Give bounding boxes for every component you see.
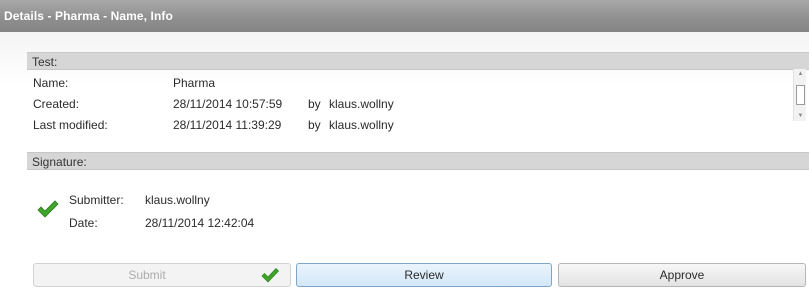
scroll-up-arrow-icon[interactable]: ▲: [794, 69, 807, 79]
created-label: Created:: [33, 97, 80, 111]
approve-button[interactable]: Approve: [558, 263, 806, 287]
modified-value: 28/11/2014 11:39:29: [173, 118, 282, 132]
submitter-label: Submitter:: [69, 193, 124, 207]
green-checkmark-icon: [37, 200, 59, 218]
modified-user: klaus.wollny: [329, 118, 394, 132]
name-value: Pharma: [173, 76, 216, 90]
submitter-value: klaus.wollny: [145, 193, 210, 207]
test-section-header: Test:: [27, 52, 809, 70]
window-title: Details - Pharma - Name, Info: [0, 0, 809, 32]
created-user: klaus.wollny: [329, 97, 394, 111]
signature-section-header: Signature:: [27, 152, 809, 170]
date-value: 28/11/2014 12:42:04: [145, 216, 255, 230]
test-scrollbar[interactable]: ▲ ▼: [793, 69, 806, 121]
scroll-down-arrow-icon[interactable]: ▼: [794, 111, 807, 121]
modified-by-label: by: [308, 118, 321, 132]
scroll-thumb[interactable]: [796, 85, 805, 105]
name-label: Name:: [33, 76, 69, 90]
submit-button[interactable]: Submit: [33, 263, 291, 287]
created-by-label: by: [308, 97, 321, 111]
created-value: 28/11/2014 10:57:59: [173, 97, 283, 111]
date-label: Date:: [69, 216, 98, 230]
submit-button-label: Submit: [128, 268, 166, 282]
review-button[interactable]: Review: [296, 263, 552, 287]
checkmark-icon: [261, 267, 279, 283]
modified-label: Last modified:: [33, 118, 108, 132]
